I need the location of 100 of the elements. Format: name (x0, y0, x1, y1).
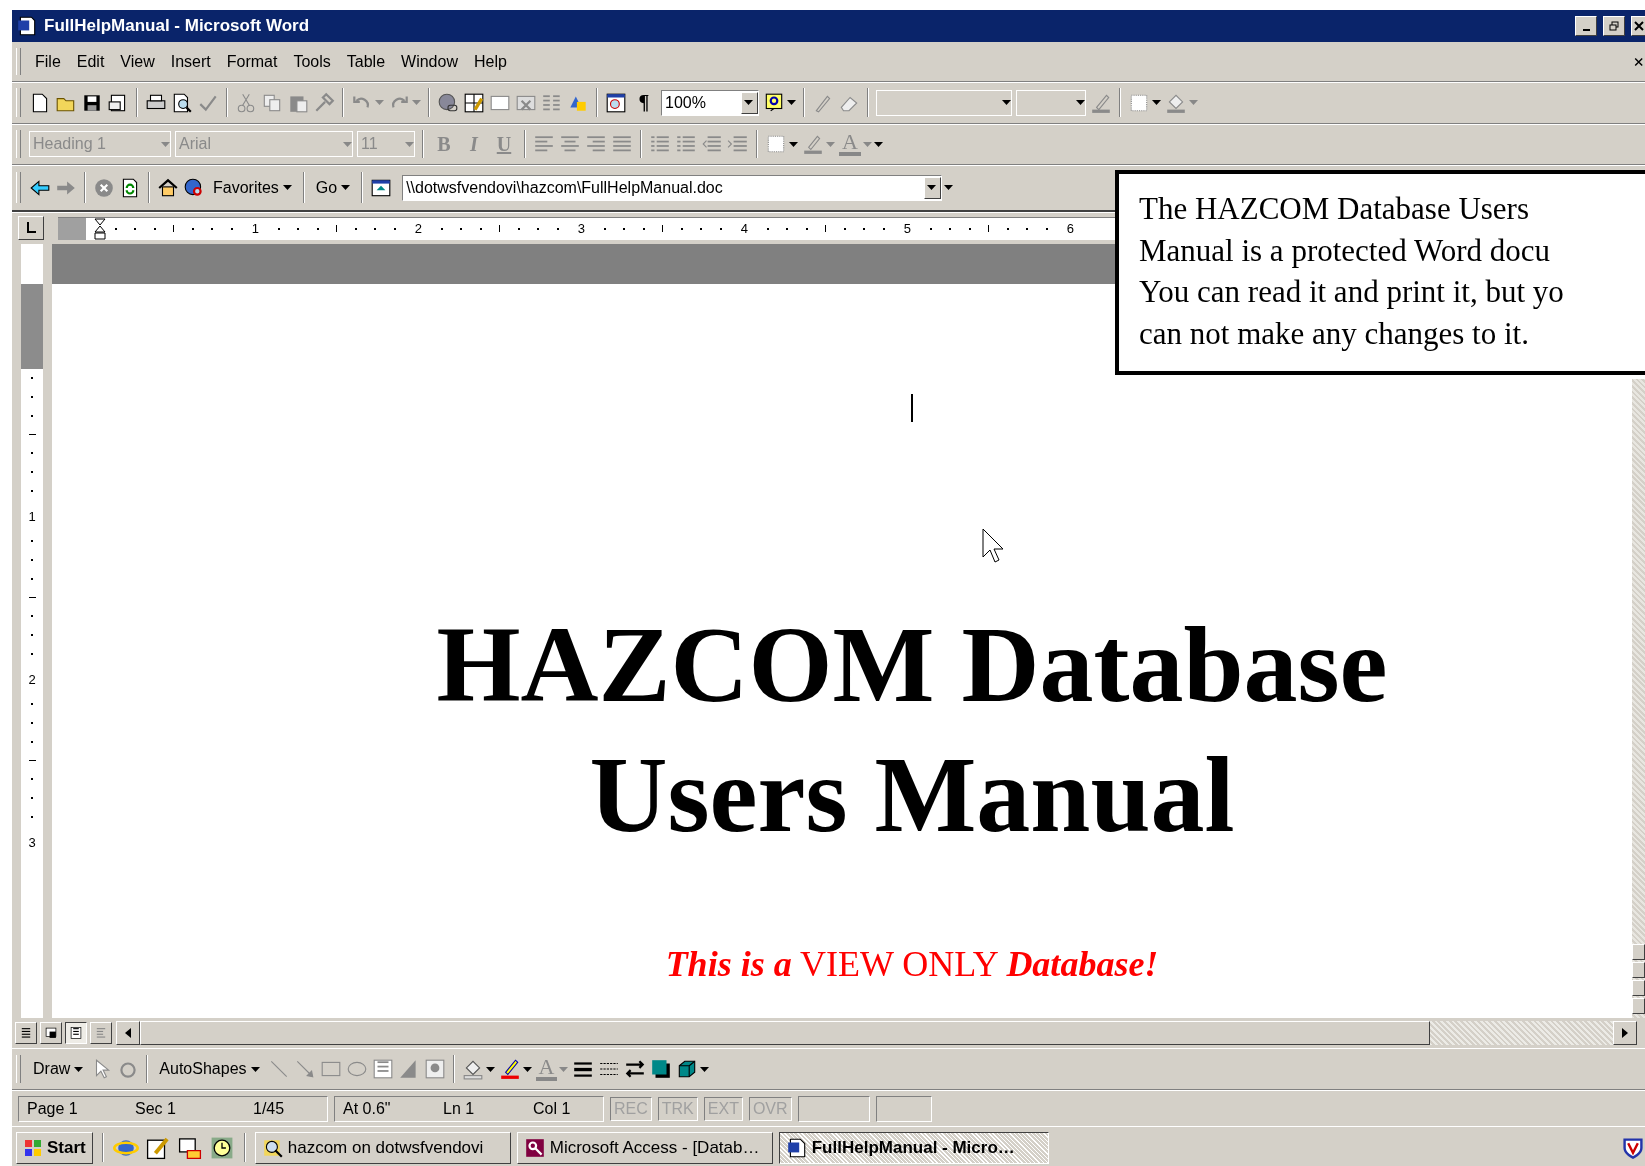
menu-item[interactable]: Insert (164, 50, 217, 73)
caret-icon[interactable] (1002, 100, 1011, 105)
web-layout-view-icon (44, 1026, 58, 1040)
fill-bucket-icon[interactable] (461, 1058, 484, 1080)
minimize-icon (1582, 29, 1590, 31)
minimize-button[interactable] (1575, 16, 1597, 36)
arrow-right-icon (1622, 1028, 1628, 1038)
status-field: At 0.6" (335, 1099, 435, 1118)
zoom-field[interactable]: 100% (661, 89, 759, 116)
tab-stop-icon (26, 222, 36, 234)
menu-item[interactable]: Table (340, 50, 392, 73)
toolbar-handle[interactable] (16, 171, 21, 204)
status-field: Ln 1 (435, 1099, 525, 1118)
scroll-down-button[interactable] (1632, 944, 1645, 960)
line-color-pen-icon[interactable] (498, 1058, 521, 1080)
border-color-pen-icon[interactable] (1090, 91, 1112, 114)
windows-flag-icon (23, 1137, 43, 1158)
ruler-margin (58, 217, 86, 240)
previous-page-button[interactable] (1632, 962, 1645, 978)
status-field: Page 1 (19, 1099, 127, 1118)
word-document-icon (16, 15, 38, 37)
home-icon[interactable] (157, 176, 179, 199)
ruler-number: 2 (413, 221, 423, 236)
arrow-style-icon[interactable] (624, 1058, 647, 1080)
toolbar-handle[interactable] (16, 47, 21, 76)
notice-text: This is a VIEW ONLY Database! (665, 943, 1159, 986)
menu-item[interactable]: Help (467, 50, 513, 73)
status-field: Col 1 (525, 1099, 603, 1118)
status-panel (875, 1095, 932, 1122)
menu-item[interactable]: Tools (287, 50, 337, 73)
status-field: Sec 1 (127, 1099, 245, 1118)
help-icon[interactable] (763, 91, 785, 114)
draw-menu-button[interactable]: Draw (29, 1058, 88, 1080)
globe-magnifier-icon[interactable] (183, 176, 205, 199)
start-button[interactable]: Start (16, 1131, 93, 1164)
menu-item[interactable]: Edit (70, 50, 111, 73)
line-style-field[interactable] (876, 89, 1012, 116)
menu-item[interactable]: View (114, 50, 161, 73)
caret-icon[interactable] (744, 100, 753, 105)
view-button[interactable] (65, 1022, 87, 1044)
browse-object-button[interactable] (1632, 980, 1645, 996)
ruler-number: 2 (27, 671, 37, 687)
table-pencil-icon[interactable] (463, 91, 485, 114)
taskbar-button[interactable]: Microsoft Access - [Datab… (516, 1131, 773, 1164)
ruler-number: 1 (250, 221, 260, 236)
shadow-icon[interactable] (650, 1058, 673, 1080)
toolbar-handle[interactable] (16, 88, 21, 117)
caret-icon[interactable] (1076, 100, 1085, 105)
caret-icon[interactable] (341, 185, 351, 190)
document-magnifier-icon[interactable] (605, 91, 627, 114)
status-field: 1/45 (245, 1099, 313, 1118)
menu-item[interactable]: File (29, 50, 67, 73)
close-button[interactable] (1631, 16, 1645, 36)
toolbar-handle[interactable] (16, 130, 21, 158)
scroll-left-button[interactable] (116, 1021, 140, 1045)
normal-view-icon (19, 1026, 33, 1040)
print-preview-icon[interactable] (171, 91, 193, 114)
address-field[interactable]: \\dotwsfvendovi\hazcom\FullHelpManual.doc (402, 174, 943, 201)
caret-icon[interactable] (250, 1066, 260, 1072)
taskbar-button[interactable]: FullHelpManual - Micro… (778, 1131, 1049, 1164)
vertical-scrollbar[interactable] (1632, 379, 1645, 1018)
document-heading: Users Manual (588, 734, 1236, 856)
window-title: FullHelpManual - Microsoft Word (44, 16, 311, 36)
menu-item[interactable]: Format (220, 50, 284, 73)
arrow-left-icon (125, 1028, 131, 1038)
show-formatting-button[interactable]: ¶ (631, 91, 657, 114)
favorites-button[interactable]: Favorites (209, 176, 296, 199)
caret-icon[interactable] (485, 1066, 495, 1072)
tab-stop-selector[interactable] (18, 216, 44, 240)
restore-button[interactable] (1603, 16, 1625, 36)
caret-icon[interactable] (522, 1066, 532, 1072)
document-heading: HAZCOM Database (436, 604, 1388, 726)
caret-icon[interactable] (700, 1066, 710, 1072)
scrollbar-thumb[interactable] (140, 1021, 1430, 1045)
caret-icon[interactable] (789, 141, 798, 147)
close-icon (1633, 21, 1644, 31)
indent-marker-icon[interactable] (94, 217, 106, 240)
key-icon (523, 1136, 546, 1159)
mouse-pointer-icon (982, 528, 1004, 564)
shield-icon[interactable] (1621, 1135, 1645, 1160)
scroll-right-button[interactable] (1613, 1021, 1637, 1045)
caret-icon[interactable] (787, 100, 796, 105)
go-button[interactable]: Go (311, 176, 355, 199)
callout-text: can not make any changes to it. (1139, 314, 1530, 353)
ruler-number: 5 (902, 221, 912, 236)
text-box-icon[interactable] (371, 1058, 394, 1080)
ruler-number: 3 (576, 221, 586, 236)
callout-text: The HAZCOM Database Users (1139, 190, 1530, 228)
menu-item[interactable]: Window (395, 50, 464, 73)
caret-icon[interactable] (74, 1066, 84, 1072)
caret-icon[interactable] (1152, 100, 1161, 105)
line-weight-field[interactable] (1016, 89, 1086, 116)
toolbar-handle[interactable] (16, 1055, 21, 1083)
caret-icon[interactable] (282, 185, 292, 190)
document-icon (785, 1136, 808, 1159)
globe-link-icon[interactable] (437, 91, 459, 114)
autoshapes-button[interactable]: AutoShapes (155, 1058, 264, 1080)
taskbar-button[interactable]: hazcom on dotwsfvendovi (254, 1131, 511, 1164)
next-page-button[interactable] (1632, 998, 1645, 1014)
clip-art-icon[interactable] (423, 1058, 446, 1080)
